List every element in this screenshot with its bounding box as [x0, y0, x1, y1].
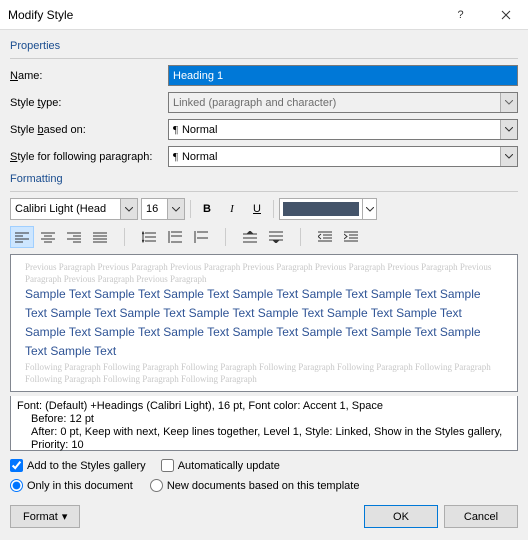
properties-heading: Properties: [10, 40, 518, 52]
align-right-button[interactable]: [62, 226, 86, 248]
size-combo[interactable]: 16: [141, 198, 185, 220]
style-description: Font: (Default) +Headings (Calibri Light…: [10, 396, 518, 451]
format-button[interactable]: Format▾: [10, 505, 80, 528]
chevron-down-icon[interactable]: [120, 199, 137, 219]
indent-inc-button[interactable]: [339, 226, 363, 248]
indent-dec-button[interactable]: [313, 226, 337, 248]
close-button[interactable]: [483, 0, 528, 30]
font-combo[interactable]: Calibri Light (Head: [10, 198, 138, 220]
preview-pane: Previous Paragraph Previous Paragraph Pr…: [10, 254, 518, 392]
formatting-heading: Formatting: [10, 173, 518, 185]
chevron-down-icon[interactable]: [362, 199, 376, 219]
align-center-button[interactable]: [36, 226, 60, 248]
align-left-button[interactable]: [10, 226, 34, 248]
preview-ghost-before: Previous Paragraph Previous Paragraph Pr…: [25, 261, 503, 285]
style-type-label: Style type:: [10, 97, 168, 109]
bold-button[interactable]: B: [196, 198, 218, 220]
font-color-button[interactable]: [279, 198, 377, 220]
ok-button[interactable]: OK: [364, 505, 438, 528]
following-label: Style for following paragraph:: [10, 151, 168, 163]
dialog-title: Modify Style: [8, 8, 438, 22]
chevron-down-icon[interactable]: [167, 199, 184, 219]
chevron-down-icon: [500, 93, 517, 112]
preview-sample: Sample Text Sample Text Sample Text Samp…: [25, 285, 503, 361]
name-label: Name:: [10, 70, 168, 82]
spacing-1-button[interactable]: [137, 226, 161, 248]
space-before-inc-button[interactable]: [238, 226, 262, 248]
italic-button[interactable]: I: [221, 198, 243, 220]
underline-button[interactable]: U: [246, 198, 268, 220]
add-gallery-check[interactable]: Add to the Styles gallery: [10, 459, 146, 472]
following-select[interactable]: ¶Normal: [168, 146, 518, 167]
chevron-down-icon[interactable]: [500, 147, 517, 166]
auto-update-check[interactable]: Automatically update: [161, 459, 280, 472]
based-on-label: Style based on:: [10, 124, 168, 136]
preview-ghost-after: Following Paragraph Following Paragraph …: [25, 361, 503, 385]
space-before-dec-button[interactable]: [264, 226, 288, 248]
help-button[interactable]: ?: [438, 0, 483, 30]
based-on-select[interactable]: ¶Normal: [168, 119, 518, 140]
color-swatch: [283, 202, 359, 216]
title-bar: Modify Style ?: [0, 0, 528, 30]
align-justify-button[interactable]: [88, 226, 112, 248]
spacing-2-button[interactable]: [189, 226, 213, 248]
name-input[interactable]: [168, 65, 518, 86]
style-type-select: Linked (paragraph and character): [168, 92, 518, 113]
chevron-down-icon[interactable]: [500, 120, 517, 139]
new-docs-radio[interactable]: New documents based on this template: [150, 479, 360, 492]
cancel-button[interactable]: Cancel: [444, 505, 518, 528]
spacing-1_5-button[interactable]: [163, 226, 187, 248]
only-doc-radio[interactable]: Only in this document: [10, 479, 133, 492]
